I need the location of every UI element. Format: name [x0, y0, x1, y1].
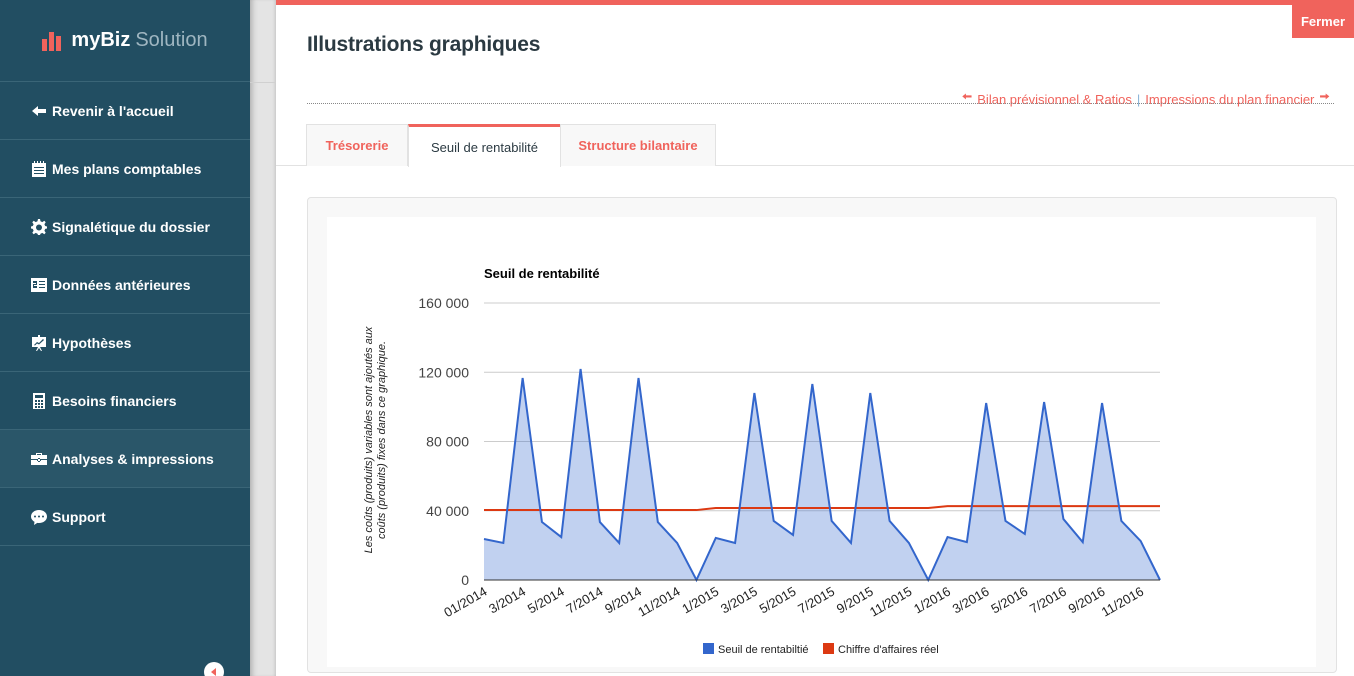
- sidebar-item-support[interactable]: Support: [0, 488, 250, 546]
- chart-title: Seuil de rentabilité: [484, 266, 600, 281]
- sidebar-item-hypotheses[interactable]: Hypothèses: [0, 314, 250, 372]
- y-axis-label-line-1: Les coûts (produits) variables sont ajou…: [363, 326, 375, 553]
- sidebar-item-label: Analyses & impressions: [52, 450, 214, 467]
- x-tick-label: 3/2016: [950, 584, 992, 617]
- page-navigation: 🠨 Bilan prévisionnel & Ratios | Impressi…: [962, 88, 1330, 110]
- y-axis-label: Les coûts (produits) variables sont ajou…: [363, 326, 388, 553]
- arrow-right-icon: 🠪: [1319, 89, 1330, 104]
- legend-label-ca: Chiffre d'affaires réel: [838, 644, 939, 656]
- sidebar-item-label: Revenir à l'accueil: [52, 102, 174, 119]
- header-divider: [307, 103, 1334, 104]
- sidebar-item-label: Mes plans comptables: [52, 160, 202, 177]
- prev-page-link[interactable]: Bilan prévisionnel & Ratios: [977, 92, 1132, 107]
- arrow-left-icon: 🠨: [961, 89, 973, 104]
- calendar-list-icon: [30, 160, 47, 177]
- y-tick-label: 120 000: [418, 364, 469, 380]
- sidebar-item-label: Besoins financiers: [52, 392, 177, 409]
- sidebar-item-label: Données antérieures: [52, 276, 191, 293]
- x-tick-label: 5/2014: [525, 584, 567, 617]
- y-tick-label: 80 000: [426, 434, 469, 450]
- x-tick-label: 3/2014: [486, 584, 528, 617]
- sidebar-item-financing[interactable]: Besoins financiers: [0, 372, 250, 430]
- x-tick-label: 5/2015: [757, 584, 799, 617]
- close-button[interactable]: Fermer: [1292, 5, 1354, 38]
- legend-swatch-seuil: [703, 643, 714, 654]
- x-tick-label: 7/2014: [563, 584, 605, 617]
- sidebar-item-history[interactable]: Données antérieures: [0, 256, 250, 314]
- sidebar-collapse-toggle[interactable]: [204, 662, 224, 676]
- sidebar-item-label: Signalétique du dossier: [52, 218, 210, 235]
- sidebar-item-dossier[interactable]: Signalétique du dossier: [0, 198, 250, 256]
- x-tick-label: 11/2014: [635, 584, 682, 620]
- gear-icon: [30, 218, 47, 235]
- sidebar-item-plans[interactable]: Mes plans comptables: [0, 140, 250, 198]
- next-page-link[interactable]: Impressions du plan financier: [1145, 92, 1314, 107]
- y-tick-label: 0: [461, 572, 469, 588]
- accent-top-bar: [276, 0, 1354, 5]
- sidebar-item-label: Hypothèses: [52, 334, 132, 351]
- sidebar-item-home[interactable]: Revenir à l'accueil: [0, 82, 250, 140]
- x-tick-label: 11/2016: [1099, 584, 1146, 620]
- brand-logo[interactable]: myBiz Solution: [0, 0, 250, 82]
- money-list-icon: [30, 277, 47, 293]
- x-axis-ticks: 01/20143/20145/20147/20149/201411/20141/…: [441, 584, 1146, 620]
- x-tick-label: 7/2015: [795, 584, 837, 617]
- bar-chart-logo-icon: [42, 31, 62, 51]
- x-tick-label: 1/2015: [679, 584, 721, 617]
- sidebar-item-analyses[interactable]: Analyses & impressions: [0, 430, 250, 488]
- arrow-left-icon: [30, 103, 47, 119]
- break-even-chart: Seuil de rentabilité Les coûts (produits…: [363, 266, 1161, 656]
- x-tick-label: 7/2016: [1027, 584, 1069, 617]
- x-tick-label: 5/2016: [988, 584, 1030, 617]
- brand-name-strong: myBiz: [71, 29, 131, 51]
- x-tick-label: 3/2015: [718, 584, 760, 617]
- y-tick-label: 160 000: [418, 295, 469, 311]
- x-tick-label: 11/2015: [867, 584, 914, 620]
- y-tick-label: 40 000: [426, 503, 469, 519]
- sidebar-gutter: [250, 0, 276, 676]
- tab-seuil-de-rentabilite[interactable]: Seuil de rentabilité: [408, 124, 561, 167]
- legend-label-seuil: Seuil de rentabiltié: [718, 644, 809, 656]
- x-tick-label: 01/2014: [441, 584, 489, 620]
- chat-bubble-icon: [30, 509, 47, 525]
- brand-name-light: Solution: [135, 29, 208, 51]
- presentation-chart-icon: [30, 334, 47, 351]
- legend-swatch-ca: [823, 643, 834, 654]
- y-axis-ticks: 0 40 000 80 000 120 000 160 000: [418, 295, 469, 588]
- sidebar-item-label: Support: [52, 508, 106, 525]
- x-tick-label: 1/2016: [911, 584, 953, 617]
- tab-structure-bilantaire[interactable]: Structure bilantaire: [560, 124, 716, 166]
- chart-legend: Seuil de rentabiltié Chiffre d'affaires r…: [703, 643, 939, 656]
- calculator-icon: [30, 392, 47, 409]
- sidebar: myBiz Solution Revenir à l'accueil Mes p…: [0, 0, 250, 676]
- page-title: Illustrations graphiques: [307, 33, 541, 56]
- y-axis-label-line-2: coûts (produits) fixes dans ce graphique…: [376, 341, 388, 539]
- briefcase-icon: [30, 451, 47, 467]
- caret-left-icon: [211, 668, 216, 676]
- tab-tresorerie[interactable]: Trésorerie: [306, 124, 408, 166]
- link-separator: |: [1136, 91, 1141, 107]
- chart-series: [483, 368, 1161, 583]
